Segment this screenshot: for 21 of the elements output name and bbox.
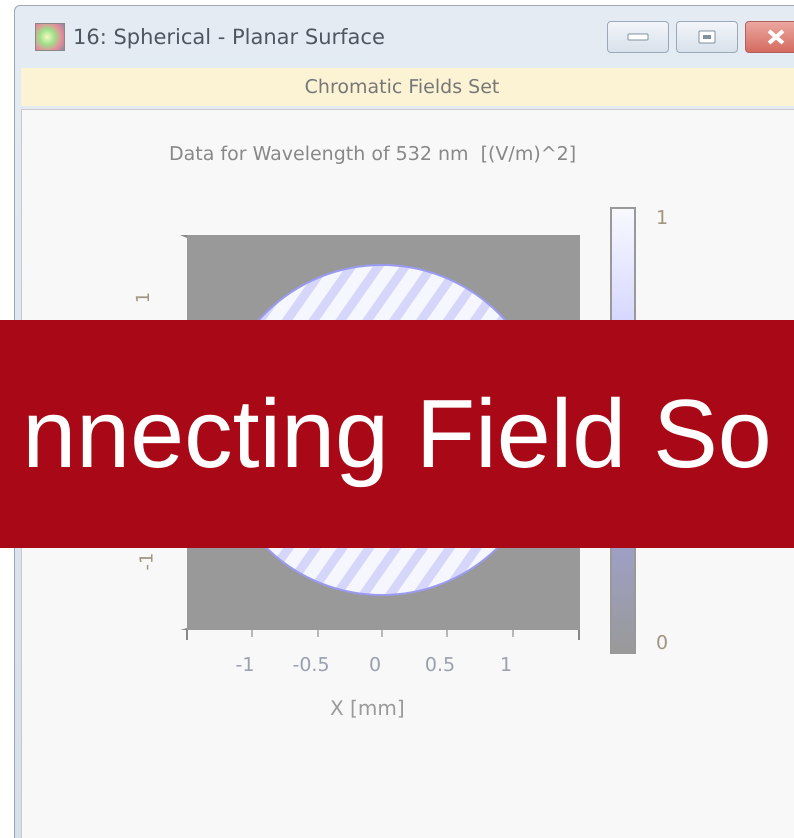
color-scale-min: 0 [656,632,668,654]
x-tick-label: -0.5 [292,654,330,676]
window-title: 16: Spherical - Planar Surface [73,25,386,49]
app-icon [35,23,65,51]
maximize-icon [697,29,717,45]
close-icon [765,29,787,45]
plot-title: Data for Wavelength of 532 nm [(V/m)^2] [169,143,576,165]
x-tick-label: 0.5 [424,654,456,676]
maximize-button[interactable] [676,21,738,53]
color-scale-max: 1 [656,207,668,229]
x-tick-label: -1 [236,654,254,676]
minimize-button[interactable] [607,21,669,53]
x-tick-label: 0 [368,654,382,676]
y-tick-label: -1 [136,552,158,570]
x-tick-label: 1 [500,654,512,676]
header-title: Chromatic Fields Set [304,76,500,98]
x-axis-label: X [mm] [330,696,406,720]
close-button[interactable] [745,21,794,53]
y-tick-label: 1 [133,292,154,304]
minimize-icon [627,32,649,42]
banner-text: nnecting Field So [22,378,772,490]
